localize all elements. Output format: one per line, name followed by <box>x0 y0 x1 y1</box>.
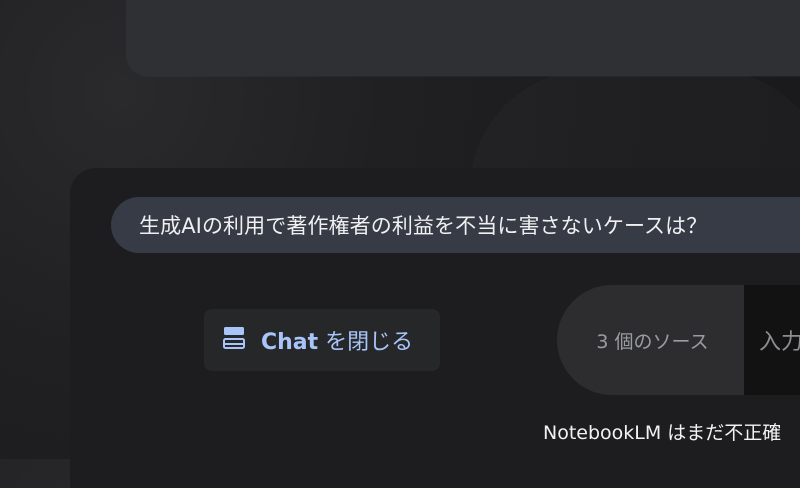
suggested-question-chip[interactable]: 生成AIの利用で著作権者の利益を不当に害さないケースは？ <box>111 197 800 253</box>
top-content-card <box>126 0 800 76</box>
suggested-question-text: 生成AIの利用で著作権者の利益を不当に害さないケースは？ <box>139 214 708 238</box>
sources-count-label: 3 個のソース <box>596 330 709 353</box>
chat-input-placeholder: 入力 <box>759 330 800 355</box>
close-chat-button[interactable]: Chat を閉じる <box>204 309 440 371</box>
sources-count-chip[interactable]: 3 個のソース <box>557 285 744 395</box>
disclaimer-text: NotebookLM はまだ不正確 <box>543 422 782 444</box>
chat-input-area: 3 個のソース 入力 <box>557 285 800 395</box>
chat-input[interactable]: 入力 <box>744 285 800 395</box>
panel-collapse-icon <box>223 326 245 354</box>
close-chat-label: Chat を閉じる <box>261 330 414 355</box>
